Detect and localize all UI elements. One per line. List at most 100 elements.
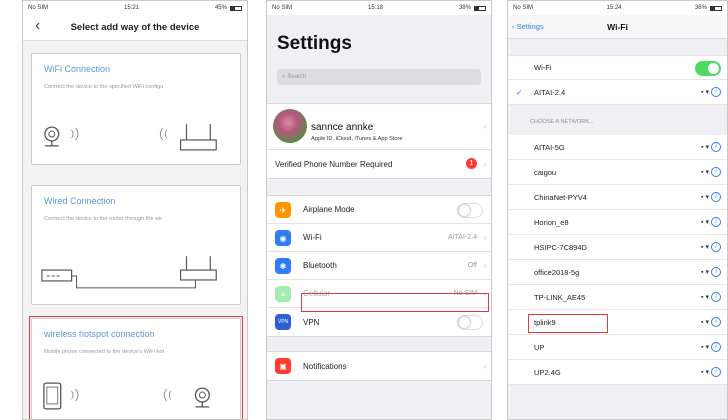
network-row[interactable]: UP ▪ ▾ i — [508, 335, 727, 360]
card-description: Connect the device to the router through… — [44, 216, 163, 222]
wifi-signal-icon: ▾ — [705, 169, 709, 176]
card-description: Connect the device to the specified WiFi… — [44, 84, 164, 90]
info-icon[interactable]: i — [711, 242, 721, 252]
avatar — [273, 109, 307, 143]
back-label: Settings — [516, 22, 544, 31]
page-title: Settings — [277, 33, 352, 54]
back-chevron-icon[interactable]: ‹ — [35, 17, 40, 35]
wifi-signal-icon: ▾ — [705, 219, 709, 226]
wifi-icon: ◉ — [275, 230, 291, 246]
search-input[interactable]: ⌕ Search — [277, 69, 481, 85]
phone-settings-screen: No SIM 15:18 38% Settings ⌕ Search sannc… — [266, 0, 492, 420]
network-row[interactable]: AITAI-5G ▪ ▾ i — [508, 135, 727, 160]
notifications-group: ▣ Notifications › — [267, 351, 491, 381]
wifi-signal-icon: ▾ — [705, 344, 709, 351]
profile-row[interactable]: sannce annke Apple ID, iCloud, iTunes & … — [267, 104, 491, 150]
airplane-icon: ✈ — [275, 202, 291, 218]
lock-icon: ▪ — [701, 243, 704, 251]
checkmark-icon: ✓ — [516, 87, 523, 97]
vpn-icon: VPN — [275, 314, 291, 330]
wifi-signal-icon: ▾ — [705, 294, 709, 301]
wifi-signal-icon: ▾ — [705, 319, 709, 326]
vpn-row[interactable]: VPN VPN — [267, 308, 491, 336]
back-button[interactable]: ‹ Settings — [512, 22, 544, 31]
verified-phone-row[interactable]: Verified Phone Number Required 1 › — [267, 150, 491, 178]
info-icon[interactable]: i — [711, 367, 721, 377]
wifi-row[interactable]: ◉ Wi-Fi AITAI-2.4 › — [267, 224, 491, 252]
airplane-mode-row[interactable]: ✈ Airplane Mode — [267, 196, 491, 224]
wifi-signal-icon: ▾ — [705, 194, 709, 201]
vpn-toggle[interactable] — [457, 315, 483, 330]
connected-network-row[interactable]: ✓ AITAI-2.4 ▪ ▾ i — [508, 80, 727, 105]
highlight-box — [301, 293, 489, 312]
airplane-mode-toggle[interactable] — [457, 203, 483, 218]
network-name: UP2.4G — [534, 367, 561, 377]
profile-name: sannce annke — [311, 121, 374, 133]
network-row[interactable]: caigou ▪ ▾ i — [508, 160, 727, 185]
search-placeholder: Search — [287, 74, 307, 80]
lock-icon: ▪ — [701, 368, 704, 376]
battery-percent: 36% — [694, 5, 707, 11]
network-row[interactable]: UP2.4G ▪ ▾ i — [508, 360, 727, 385]
wifi-signal-icon: ▾ — [705, 89, 709, 96]
bluetooth-row[interactable]: ✱ Bluetooth Off › — [267, 252, 491, 280]
lock-icon: ▪ — [701, 268, 704, 276]
network-row[interactable]: office2018-5g ▪ ▾ i — [508, 260, 727, 285]
wifi-signal-icon: ▾ — [705, 369, 709, 376]
nav-bar: ‹ Settings Wi-Fi — [508, 15, 727, 39]
info-icon[interactable]: i — [711, 267, 721, 277]
battery-percent: 38% — [458, 5, 471, 11]
lock-icon: ▪ — [701, 143, 704, 151]
network-name: UP — [534, 342, 545, 352]
info-icon[interactable]: i — [711, 142, 721, 152]
info-icon[interactable]: i — [711, 192, 721, 202]
wifi-connection-card[interactable]: WiFi Connection Connect the device to th… — [31, 53, 241, 165]
info-icon[interactable]: i — [711, 317, 721, 327]
info-icon[interactable]: i — [711, 87, 721, 97]
page-title: Select add way of the device — [70, 22, 200, 33]
network-name: AITAI-5G — [534, 142, 565, 152]
wired-connection-card[interactable]: Wired Connection Connect the device to t… — [31, 185, 241, 305]
network-name: HSIPC-7C894D — [534, 242, 587, 252]
info-icon[interactable]: i — [711, 292, 721, 302]
row-label: Wi-Fi — [303, 233, 322, 242]
notification-badge: 1 — [466, 158, 477, 169]
lock-icon: ▪ — [701, 193, 704, 201]
time-label: 15:21 — [123, 5, 139, 11]
highlight-box — [528, 314, 608, 333]
card-title: Wired Connection — [44, 196, 116, 206]
carrier-label: No SIM — [272, 5, 293, 11]
row-label: VPN — [303, 317, 320, 327]
network-name: ChinaNet-PYV4 — [534, 192, 587, 202]
cellular-icon: ≡ — [275, 286, 291, 302]
battery-icon — [473, 5, 486, 11]
network-list: AITAI-5G ▪ ▾ i caigou ▪ ▾ i ChinaNet-PYV4 ▪ ▾ i Hori… — [508, 135, 727, 385]
network-row[interactable]: Horion_e8 ▪ ▾ i — [508, 210, 727, 235]
info-icon[interactable]: i — [711, 217, 721, 227]
network-row[interactable]: HSIPC-7C894D ▪ ▾ i — [508, 235, 727, 260]
time-label: 15:24 — [606, 5, 622, 11]
row-value: Off — [467, 262, 477, 269]
wifi-toggle-row: Wi-Fi — [508, 55, 727, 80]
lock-icon: ▪ — [701, 318, 704, 326]
wifi-label: Wi-Fi — [534, 63, 552, 72]
chevron-right-icon: › — [483, 122, 486, 131]
phone-add-device-screen: No SIM 15:21 45% ‹ Select add way of the… — [22, 0, 248, 420]
time-label: 15:18 — [367, 5, 383, 11]
status-bar: No SIM 15:21 45% — [23, 1, 247, 15]
network-row[interactable]: TP-LINK_AE45 ▪ ▾ i — [508, 285, 727, 310]
lock-icon: ▪ — [701, 88, 704, 96]
search-icon: ⌕ — [282, 73, 286, 80]
network-name: office2018-5g — [534, 267, 580, 277]
wifi-signal-icon: ▾ — [705, 244, 709, 251]
info-icon[interactable]: i — [711, 342, 721, 352]
highlight-box — [29, 316, 243, 419]
network-row[interactable]: ChinaNet-PYV4 ▪ ▾ i — [508, 185, 727, 210]
status-bar: No SIM 15:24 36% — [508, 1, 727, 15]
carrier-label: No SIM — [513, 5, 534, 11]
chevron-right-icon: › — [483, 159, 486, 169]
battery-percent: 45% — [214, 5, 227, 11]
wifi-toggle[interactable] — [695, 61, 721, 76]
info-icon[interactable]: i — [711, 167, 721, 177]
notifications-row[interactable]: ▣ Notifications › — [267, 352, 491, 380]
